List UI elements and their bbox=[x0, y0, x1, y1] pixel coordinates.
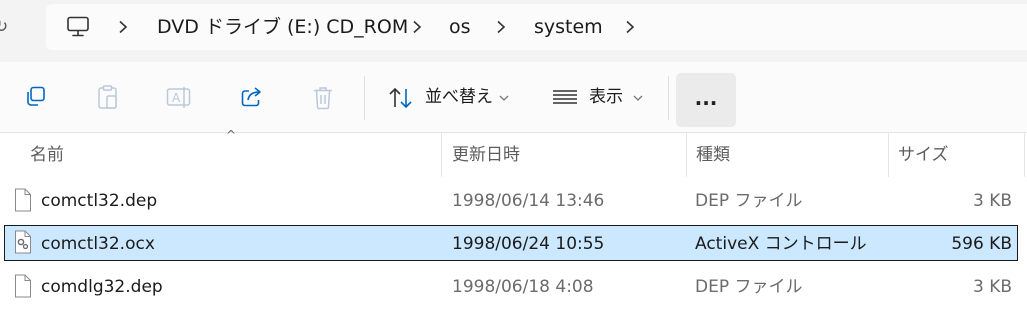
file-type: DEP ファイル bbox=[695, 277, 803, 297]
this-pc-icon[interactable] bbox=[66, 16, 90, 38]
view-button[interactable]: 表示 bbox=[538, 74, 656, 120]
paste-icon bbox=[98, 85, 117, 109]
file-date: 1998/06/18 4:08 bbox=[452, 277, 594, 297]
column-header-name[interactable]: 名前 bbox=[30, 133, 64, 177]
file-icon bbox=[15, 274, 31, 298]
address-bar[interactable]: DVD ドライブ (E:) CD_ROM os system bbox=[46, 4, 1027, 50]
file-type: DEP ファイル bbox=[695, 191, 803, 211]
toolbar-separator bbox=[668, 76, 669, 120]
sort-button[interactable]: 並べ替え bbox=[374, 74, 524, 120]
chevron-right-icon[interactable] bbox=[623, 20, 637, 34]
address-bar-area: ↻ DVD ドライブ (E:) CD_ROM os system bbox=[0, 0, 1027, 62]
column-header-size[interactable]: サイズ bbox=[898, 133, 949, 177]
share-button[interactable] bbox=[228, 74, 274, 120]
command-bar: A 並べ替え 表示 ... bbox=[0, 62, 1027, 133]
trash-icon bbox=[314, 87, 332, 110]
toolbar-separator bbox=[364, 76, 365, 120]
chevron-right-icon[interactable] bbox=[116, 20, 130, 34]
chevron-right-icon[interactable] bbox=[494, 20, 508, 34]
refresh-icon[interactable]: ↻ bbox=[0, 16, 14, 38]
file-size: 3 KB bbox=[972, 277, 1012, 297]
file-size: 3 KB bbox=[972, 191, 1012, 211]
file-name: comdlg32.dep bbox=[41, 277, 163, 297]
sort-icon bbox=[389, 87, 412, 109]
file-icon bbox=[15, 188, 31, 212]
file-row[interactable]: comctl32.dep 1998/06/14 13:46 DEP ファイル 3… bbox=[4, 183, 1018, 219]
sort-label: 並べ替え bbox=[425, 87, 493, 107]
share-icon bbox=[241, 87, 261, 107]
column-divider[interactable] bbox=[888, 133, 889, 177]
delete-button[interactable] bbox=[300, 74, 346, 120]
column-divider[interactable] bbox=[1024, 133, 1025, 177]
breadcrumb-os[interactable]: os bbox=[449, 4, 471, 50]
breadcrumb-system[interactable]: system bbox=[534, 4, 603, 50]
chevron-down-icon bbox=[633, 95, 643, 101]
svg-text:A: A bbox=[172, 91, 181, 105]
copy-icon bbox=[27, 86, 45, 106]
column-header-date[interactable]: 更新日時 bbox=[452, 133, 520, 177]
column-header-type[interactable]: 種類 bbox=[696, 133, 730, 177]
rename-icon: A bbox=[166, 87, 191, 108]
view-label: 表示 bbox=[589, 87, 623, 107]
paste-button[interactable] bbox=[84, 74, 130, 120]
file-date: 1998/06/14 13:46 bbox=[452, 191, 605, 211]
rename-button[interactable]: A bbox=[156, 74, 202, 120]
file-name: comctl32.dep bbox=[41, 191, 158, 211]
column-divider[interactable] bbox=[686, 133, 687, 177]
file-size: 596 KB bbox=[951, 234, 1012, 254]
file-row-selected[interactable]: comctl32.ocx 1998/06/24 10:55 ActiveX コン… bbox=[4, 225, 1018, 261]
chevron-right-icon[interactable] bbox=[410, 20, 424, 34]
list-view-icon bbox=[553, 90, 577, 104]
more-options-icon: ... bbox=[694, 86, 718, 110]
file-row[interactable]: comdlg32.dep 1998/06/18 4:08 DEP ファイル 3 … bbox=[4, 269, 1018, 305]
file-date: 1998/06/24 10:55 bbox=[452, 234, 605, 254]
file-name: comctl32.ocx bbox=[41, 234, 155, 254]
chevron-down-icon bbox=[499, 95, 509, 101]
copy-button[interactable] bbox=[12, 74, 58, 120]
sort-up-icon: ^ bbox=[226, 128, 237, 142]
activex-file-icon bbox=[15, 230, 31, 254]
file-type: ActiveX コントロール bbox=[695, 234, 867, 254]
column-divider[interactable] bbox=[441, 133, 442, 177]
breadcrumb-drive[interactable]: DVD ドライブ (E:) CD_ROM bbox=[157, 4, 408, 50]
more-options-button[interactable]: ... bbox=[676, 73, 736, 127]
